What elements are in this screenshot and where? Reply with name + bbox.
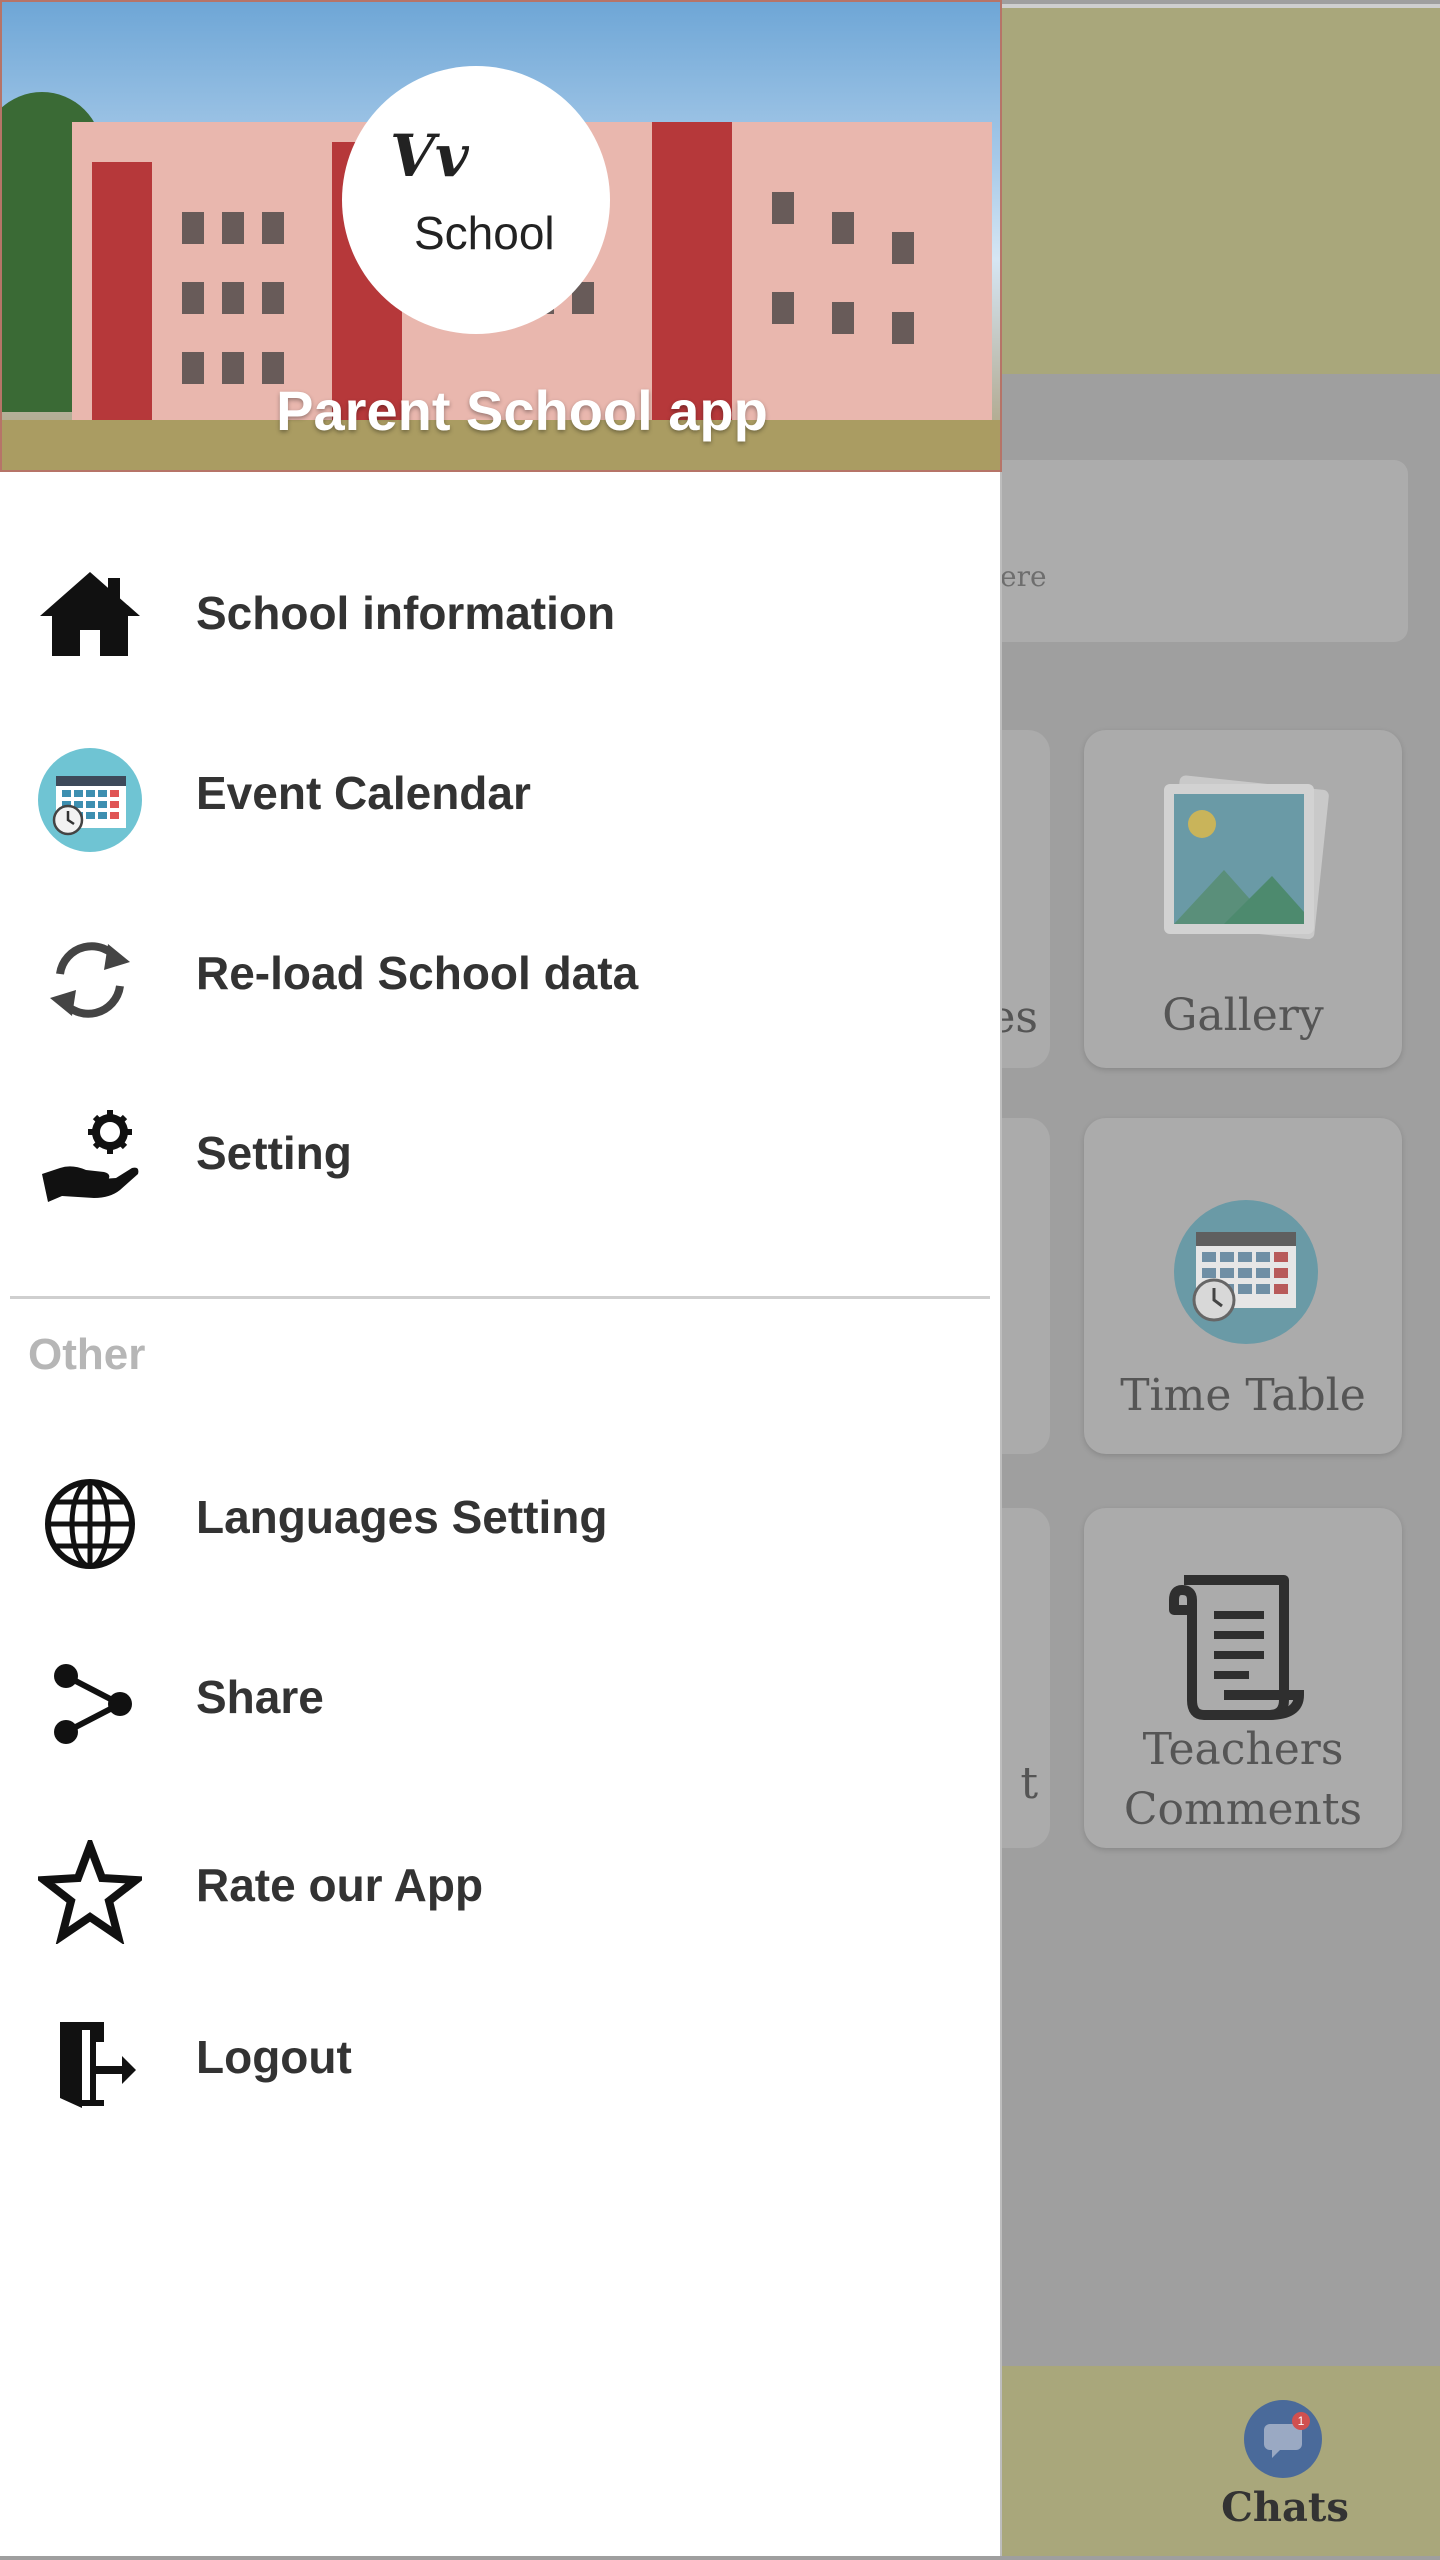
gallery-card[interactable]: Gallery [1084, 730, 1402, 1068]
teachers-comments-card[interactable]: Teachers Comments [1084, 1508, 1402, 1848]
timetable-label: Time Table [1120, 1370, 1366, 1421]
reload-icon [50, 942, 130, 1018]
menu-label-share: Share [196, 1671, 324, 1723]
logout-icon [60, 2022, 136, 2108]
menu-label-logout: Logout [196, 2031, 352, 2083]
globe-icon [45, 1479, 135, 1569]
home-icon [40, 572, 140, 656]
app-name: Parent School app [276, 379, 768, 442]
card-partial-3-label: t [1020, 1758, 1038, 1809]
menu-item-reload-school-data[interactable]: Re-load School data [0, 914, 1000, 1034]
gallery-label: Gallery [1162, 990, 1324, 1041]
other-section-heading: Other [28, 1330, 146, 1379]
search-box[interactable]: ere [940, 460, 1408, 642]
menu-label-rate-our-app: Rate our App [196, 1859, 484, 1911]
search-placeholder-fragment: ere [1000, 560, 1047, 593]
menu-label-event-calendar: Event Calendar [196, 767, 531, 819]
menu-item-languages-setting[interactable]: Languages Setting [0, 1458, 1000, 1578]
chats-tab-label[interactable]: Chats [1200, 2484, 1370, 2531]
menu-label-reload-school-data: Re-load School data [196, 947, 639, 999]
menu-label-setting: Setting [196, 1127, 352, 1179]
navigation-drawer: Vv School Parent School app School infor… [0, 0, 1002, 2556]
chat-bubble-icon [1264, 2424, 1302, 2458]
menu-item-rate-our-app[interactable]: Rate our App [0, 1826, 1000, 1946]
menu-item-school-information[interactable]: School information [0, 554, 1000, 674]
teachers-comments-label-line2: Comments [1123, 1784, 1363, 1835]
menu-item-event-calendar[interactable]: Event Calendar [0, 734, 1000, 854]
school-logo: Vv School [342, 66, 610, 334]
logo-text: School [414, 207, 555, 259]
calendar-icon [38, 748, 142, 852]
menu-item-logout[interactable]: Logout [0, 1998, 1000, 2118]
timetable-icon [1174, 1200, 1318, 1344]
menu-label-school-information: School information [196, 587, 616, 639]
menu-item-setting[interactable]: Setting [0, 1094, 1000, 1214]
teachers-comments-label-line1: Teachers [1142, 1724, 1344, 1775]
chat-icon[interactable]: 1 [1244, 2400, 1322, 2478]
drawer-header: Vv School Parent School app [0, 0, 1002, 472]
gallery-icon [1164, 775, 1329, 940]
chat-badge: 1 [1292, 2412, 1310, 2430]
timetable-card[interactable]: Time Table [1084, 1118, 1402, 1454]
scroll-icon [1169, 1575, 1305, 1720]
share-icon [54, 1664, 132, 1744]
menu-item-share[interactable]: Share [0, 1638, 1000, 1758]
settings-hand-icon [42, 1110, 139, 1202]
menu-label-languages-setting: Languages Setting [196, 1491, 608, 1543]
menu-divider [10, 1296, 990, 1299]
logo-script: Vv [390, 122, 469, 190]
star-icon [38, 1840, 142, 1944]
